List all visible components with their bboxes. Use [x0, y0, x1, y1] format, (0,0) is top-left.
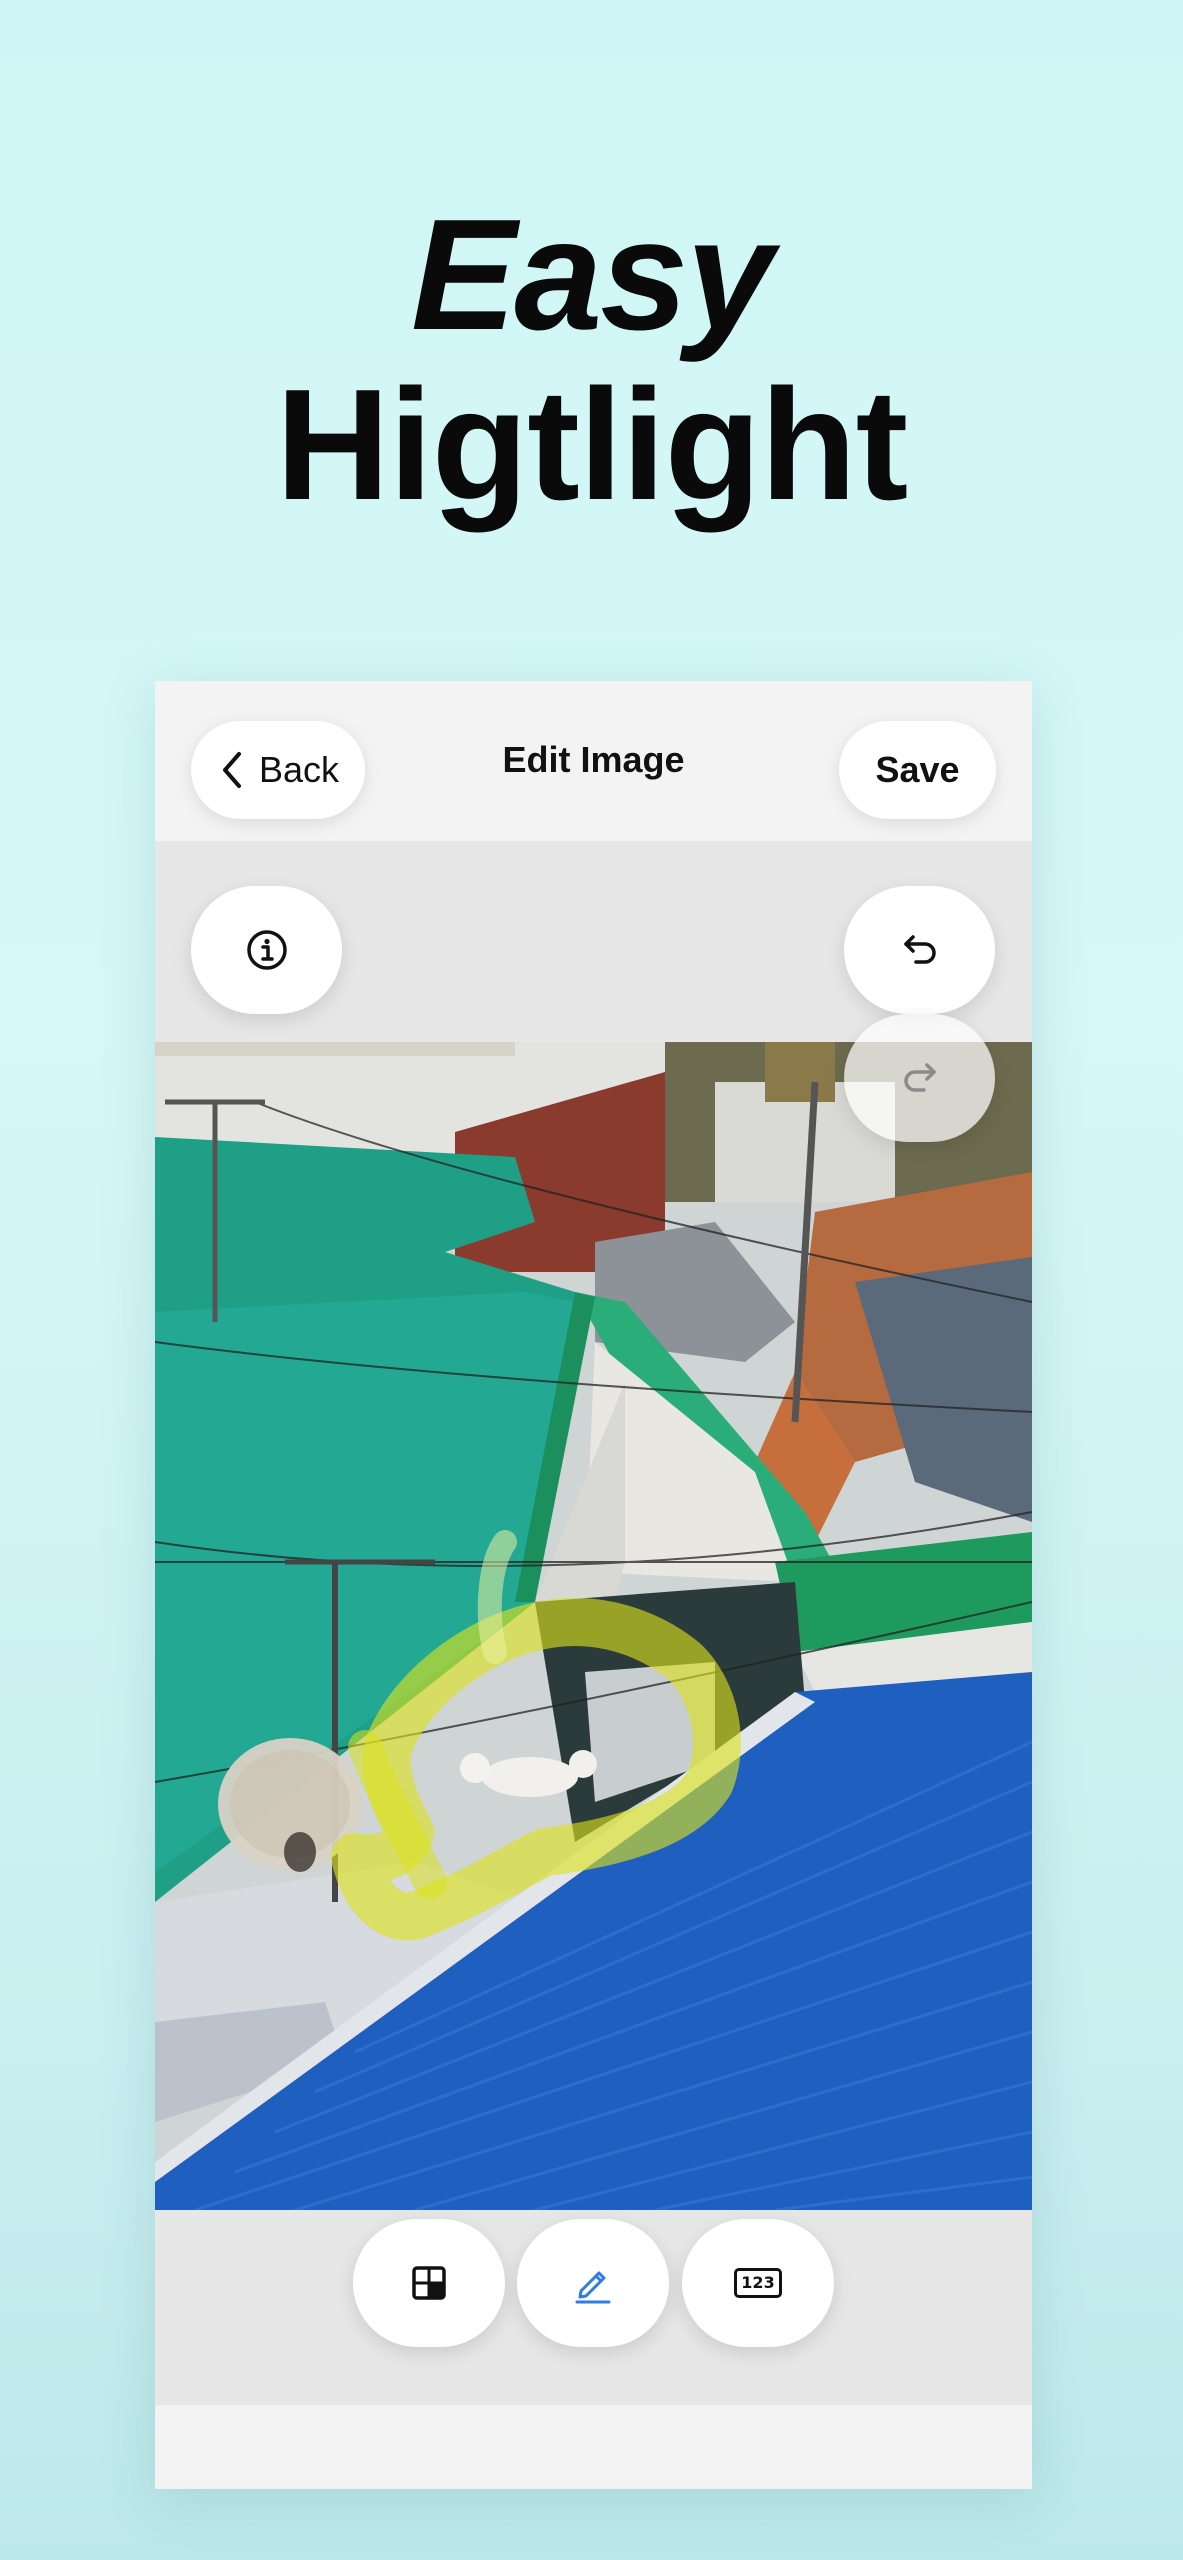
- phone-screen: Back Edit Image Save 123: [155, 681, 1032, 2489]
- undo-icon: [903, 935, 936, 964]
- pen-tool-button[interactable]: [517, 2219, 669, 2347]
- headline: Easy Higtlight: [0, 190, 1183, 530]
- headline-line-1: Easy: [410, 187, 774, 363]
- numbers-icon: 123: [734, 2268, 782, 2298]
- photo-canvas: [155, 1042, 1032, 2210]
- grid-icon: [412, 2266, 446, 2300]
- info-button[interactable]: [191, 886, 342, 1014]
- info-circle-icon: [246, 930, 287, 970]
- headline-line-2: Higtlight: [275, 357, 909, 533]
- grid-tool-button[interactable]: [353, 2219, 505, 2347]
- save-button[interactable]: Save: [839, 721, 996, 819]
- undo-button[interactable]: [844, 886, 995, 1014]
- redo-icon: [903, 1063, 936, 1092]
- redo-button[interactable]: [844, 1014, 995, 1142]
- edit-photo[interactable]: [155, 1042, 1032, 2210]
- bottom-strip: [155, 2405, 1032, 2489]
- pencil-icon: [575, 2271, 611, 2304]
- numbers-tool-button[interactable]: 123: [682, 2219, 834, 2347]
